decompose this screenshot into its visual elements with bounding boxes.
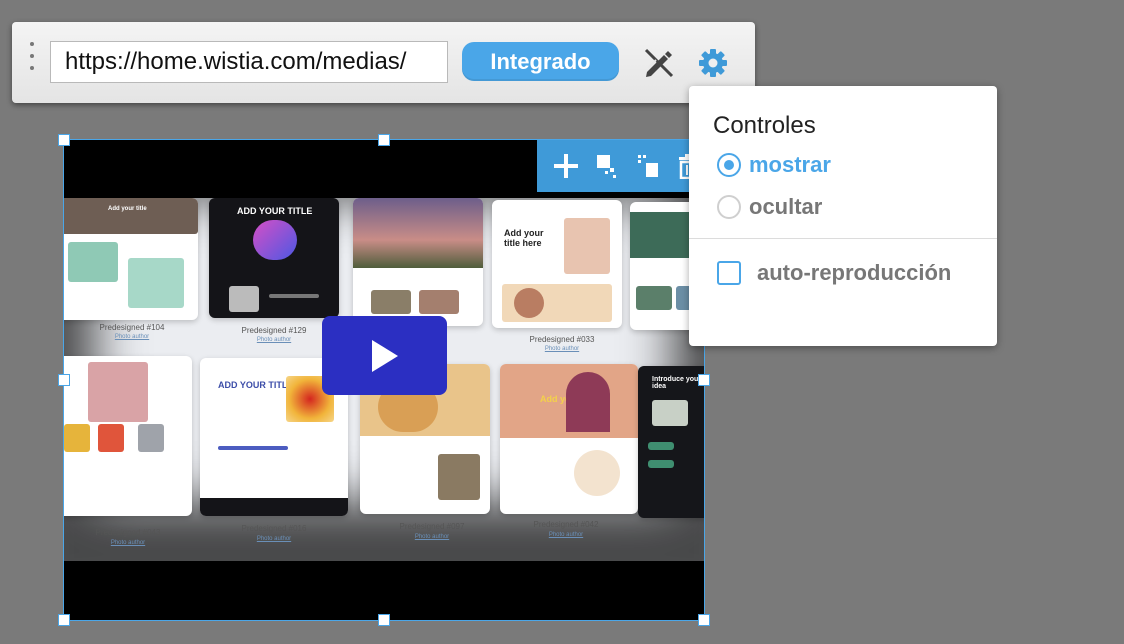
card-label: Predesigned #033 bbox=[529, 335, 595, 344]
edit-off-icon[interactable] bbox=[642, 46, 676, 80]
template-card bbox=[353, 198, 483, 326]
card-author-link: Photo author bbox=[256, 536, 292, 542]
template-card: ADD YOUR TITLE bbox=[209, 198, 339, 318]
autoplay-checkbox[interactable] bbox=[717, 261, 741, 285]
card-label: Predesigned #097 bbox=[399, 522, 465, 531]
drag-handle-icon[interactable] bbox=[30, 42, 36, 76]
resize-handle-top-left[interactable] bbox=[58, 134, 70, 146]
resize-handle-bottom[interactable] bbox=[378, 614, 390, 626]
video-embed[interactable]: Add your title Predesigned #104 Photo au… bbox=[58, 134, 710, 626]
radio-option-show[interactable]: mostrar bbox=[717, 150, 831, 180]
template-card: Add your title bbox=[64, 198, 198, 320]
bring-forward-icon[interactable] bbox=[592, 149, 623, 183]
gear-icon[interactable] bbox=[696, 46, 730, 80]
card-author-link: Photo author bbox=[548, 532, 584, 538]
url-input[interactable] bbox=[50, 41, 448, 83]
play-icon bbox=[371, 339, 398, 372]
card-label: Predesigned #129 bbox=[241, 326, 307, 335]
add-icon[interactable] bbox=[551, 149, 582, 183]
resize-handle-left[interactable] bbox=[58, 374, 70, 386]
radio-label: ocultar bbox=[749, 194, 823, 219]
resize-handle-top[interactable] bbox=[378, 134, 390, 146]
resize-handle-bottom-left[interactable] bbox=[58, 614, 70, 626]
autoplay-label: auto-reproducción bbox=[757, 260, 952, 285]
radio-button-hide[interactable] bbox=[717, 195, 741, 219]
divider bbox=[689, 238, 997, 239]
template-card bbox=[64, 356, 192, 516]
panel-title: Controles bbox=[713, 112, 816, 139]
card-author-link: Photo author bbox=[114, 334, 150, 340]
template-card: Introduce your idea bbox=[638, 366, 704, 518]
resize-handle-bottom-right[interactable] bbox=[698, 614, 710, 626]
card-label: Predesigned #016 bbox=[241, 524, 307, 533]
play-button[interactable] bbox=[322, 316, 447, 395]
autoplay-option[interactable]: auto-reproducción bbox=[717, 260, 951, 286]
card-author-link: Photo author bbox=[544, 346, 580, 352]
embed-button[interactable]: Integrado bbox=[462, 42, 619, 81]
resize-handle-right[interactable] bbox=[698, 374, 710, 386]
card-author-link: Photo author bbox=[414, 534, 450, 540]
send-backward-icon[interactable] bbox=[633, 149, 664, 183]
card-label: Predesigned #104 bbox=[99, 323, 165, 332]
card-label: Predesigned #043 bbox=[95, 528, 161, 537]
settings-popover: Controles mostrar ocultar auto-reproducc… bbox=[689, 86, 997, 346]
radio-option-hide[interactable]: ocultar bbox=[717, 192, 822, 222]
card-author-link: Photo author bbox=[110, 540, 146, 546]
template-card: Add your title bbox=[500, 364, 638, 514]
card-author-link: Photo author bbox=[256, 337, 292, 343]
template-card: Add your title here bbox=[492, 200, 622, 328]
radio-button-show[interactable] bbox=[717, 153, 741, 177]
card-label: Predesigned #042 bbox=[533, 520, 599, 529]
element-action-toolbar bbox=[537, 140, 704, 192]
url-toolbar: Integrado bbox=[12, 22, 755, 103]
radio-label: mostrar bbox=[749, 152, 831, 177]
